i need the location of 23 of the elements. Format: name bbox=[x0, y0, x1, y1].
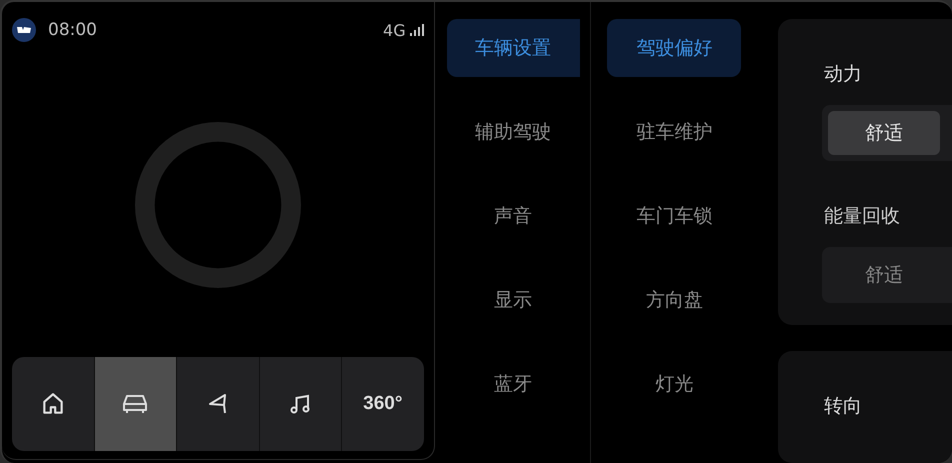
category-tab[interactable]: 辅助驾驶 bbox=[446, 103, 580, 161]
subcategory-tab[interactable]: 灯光 bbox=[607, 355, 742, 413]
music-icon bbox=[288, 392, 312, 416]
subcategory-tab[interactable]: 驻车维护 bbox=[607, 103, 742, 161]
signal-icon bbox=[410, 24, 424, 36]
section-title: 动力 bbox=[824, 62, 863, 87]
logo-icon bbox=[12, 18, 36, 42]
section-title: 能量回收 bbox=[824, 204, 901, 229]
network-label: 4G bbox=[383, 20, 406, 40]
dock-button[interactable]: 360° bbox=[342, 357, 424, 451]
option-button[interactable]: 舒适 bbox=[828, 111, 940, 155]
subcategory-tab[interactable]: 车门车锁 bbox=[607, 187, 742, 245]
category-tab[interactable]: 蓝牙 bbox=[446, 355, 580, 413]
category-tab[interactable]: 车辆设置 bbox=[446, 19, 580, 77]
option-button[interactable]: 舒适 bbox=[828, 253, 940, 297]
category-tab[interactable]: 显示 bbox=[446, 271, 580, 329]
subcategory-tab[interactable]: 方向盘 bbox=[607, 271, 742, 329]
dock-button[interactable] bbox=[94, 357, 178, 451]
section-title: 转向 bbox=[824, 394, 863, 419]
ring-icon bbox=[134, 120, 302, 288]
subcategory-tab[interactable]: 驾驶偏好 bbox=[607, 19, 742, 77]
category-tab[interactable]: 声音 bbox=[446, 187, 580, 245]
clock-time: 08:00 bbox=[48, 20, 97, 40]
